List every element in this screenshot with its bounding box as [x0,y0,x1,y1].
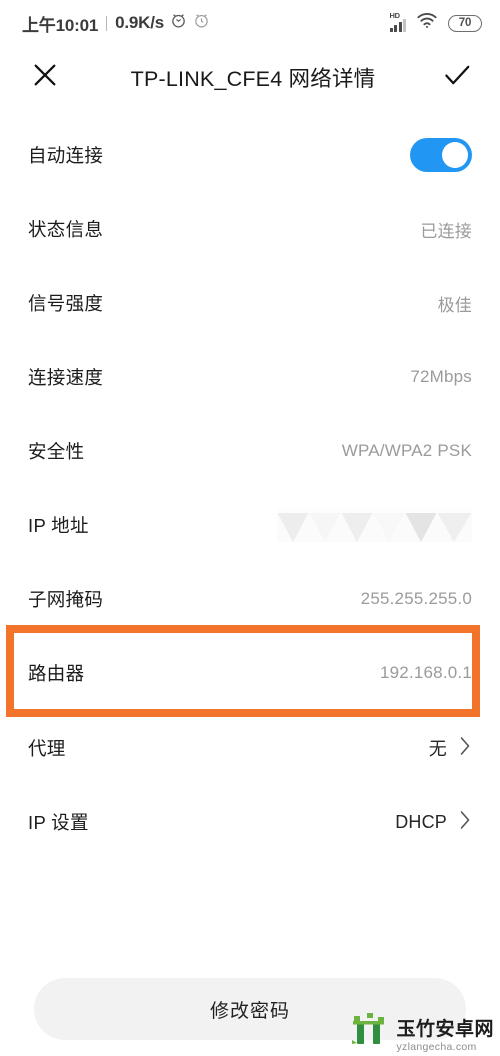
watermark: 玉竹安卓网 yzlangecha.com [351,1007,494,1052]
chevron-right-icon [459,810,472,835]
row-value: 192.168.0.1 [379,663,472,682]
row-ip-settings[interactable]: IP 设置 DHCP [0,785,500,859]
row-value: DHCP [395,811,447,832]
row-auto-connect[interactable]: 自动连接 [0,118,500,192]
watermark-logo-icon [351,1007,391,1052]
alarm-clock-outline-icon [193,12,210,34]
row-value: 无 [428,739,447,759]
confirm-button[interactable] [440,60,474,94]
row-label: 自动连接 [28,145,104,166]
row-label: 代理 [28,738,66,759]
wifi-icon [416,12,438,34]
watermark-text: 玉竹安卓网 yzlangecha.com [396,1020,494,1053]
row-label: 状态信息 [28,219,104,240]
close-button[interactable] [28,60,62,94]
row-right: 无 [429,735,472,761]
bottom-bar: 修改密码 玉竹安卓网 yzlangecha.com [0,960,500,1056]
change-password-label: 修改密码 [209,1000,290,1022]
status-separator [106,15,108,31]
status-bar: 上午10:01 0.9K/s HD 70 [0,0,500,46]
watermark-name: 玉竹安卓网 [396,1018,494,1040]
row-value: 已连接 [420,221,472,241]
row-label: 信号强度 [28,293,104,314]
auto-connect-toggle[interactable] [410,138,472,172]
row-label: 连接速度 [28,367,104,388]
row-proxy[interactable]: 代理 无 [0,711,500,785]
check-icon [442,60,472,95]
row-label: 安全性 [28,441,85,462]
row-label: IP 地址 [28,515,89,536]
row-label: 子网掩码 [28,589,104,610]
row-subnet-mask: 子网掩码 255.255.255.0 [0,562,500,636]
status-time: 上午10:01 [22,15,99,35]
redacted-ip-value [277,508,472,542]
alarm-clock-icon [170,12,187,34]
hd-label: HD [389,11,401,20]
status-bar-left: 上午10:01 0.9K/s [22,11,210,36]
row-value: 72Mbps [410,367,472,386]
chevron-right-icon [459,736,472,761]
battery-indicator: 70 [448,14,482,32]
row-value: 255.255.255.0 [360,589,472,608]
row-router: 路由器 192.168.0.1 [0,636,500,710]
detail-list: 自动连接 状态信息 已连接 信号强度 极佳 连接速度 72Mbps 安全性 WP… [0,108,500,859]
watermark-url: yzlangecha.com [396,1040,477,1053]
row-ip-address: IP 地址 [0,488,500,562]
battery-level: 70 [458,17,472,29]
row-security: 安全性 WPA/WPA2 PSK [0,414,500,488]
row-label: IP 设置 [28,812,89,833]
toggle-knob [442,142,468,168]
row-link-speed: 连接速度 72Mbps [0,340,500,414]
row-value: 极佳 [437,295,472,315]
cellular-signal-icon: HD [389,11,406,32]
status-bar-right: HD 70 [389,11,482,34]
row-value: WPA/WPA2 PSK [341,441,472,460]
row-right: DHCP [395,810,472,835]
row-label: 路由器 [28,663,85,684]
app-bar: TP-LINK_CFE4 网络详情 [0,46,500,108]
page-title: TP-LINK_CFE4 网络详情 [130,66,376,91]
row-signal-strength: 信号强度 极佳 [0,266,500,340]
close-icon [31,61,59,94]
network-speed: 0.9K/s [115,13,164,32]
row-status-info: 状态信息 已连接 [0,192,500,266]
